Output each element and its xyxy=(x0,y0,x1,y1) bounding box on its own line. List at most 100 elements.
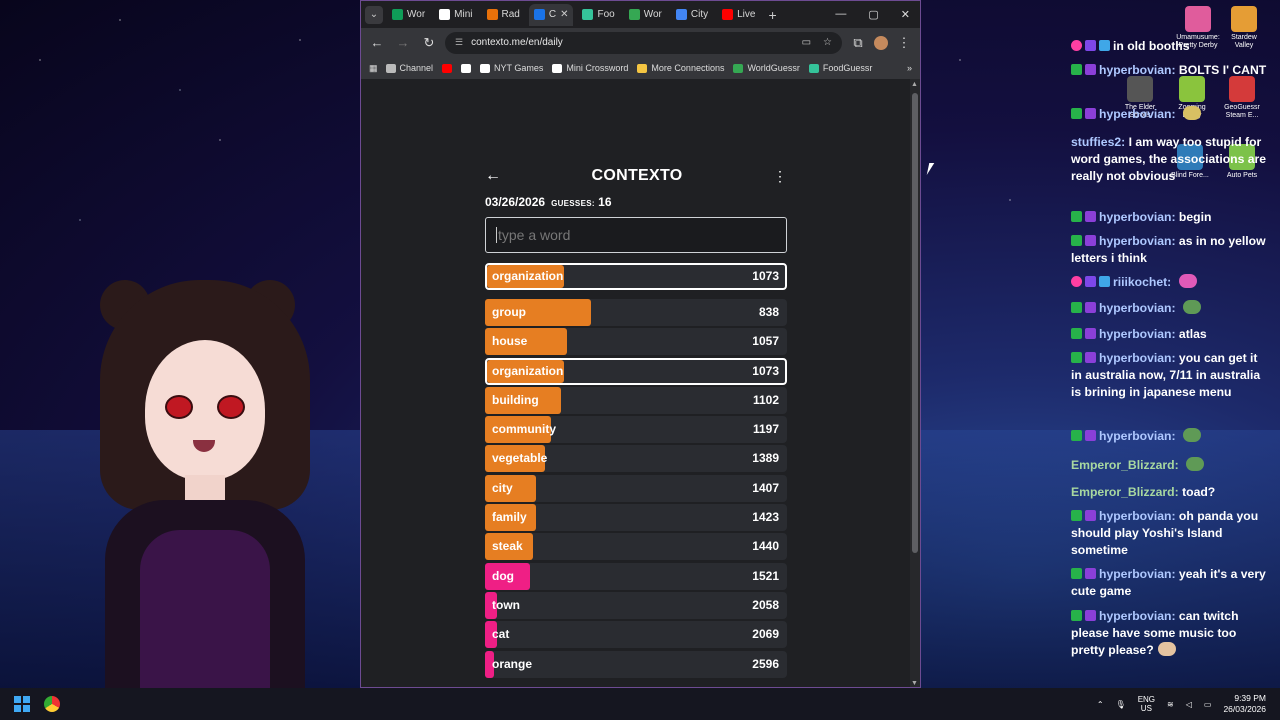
tab-4[interactable]: Foo xyxy=(577,4,619,26)
chat-username[interactable]: stuffies2: xyxy=(1071,135,1125,149)
apps-grid-icon[interactable]: ▦ xyxy=(369,63,378,74)
guess-rank: 2596 xyxy=(752,656,779,671)
chat-username[interactable]: hyperbovian: xyxy=(1099,234,1176,248)
prime-badge-icon xyxy=(1085,610,1096,621)
new-tab-button[interactable]: + xyxy=(768,7,776,23)
close-window-button[interactable]: ✕ xyxy=(901,8,910,21)
guess-word: town xyxy=(492,597,520,612)
sub-badge-icon xyxy=(1099,40,1110,51)
bookmark-label: More Connections xyxy=(651,63,725,73)
bookmark-item[interactable]: More Connections xyxy=(637,63,724,73)
bookmark-icon xyxy=(385,63,396,73)
chat-username[interactable]: hyperbovian: xyxy=(1099,609,1176,623)
globe-icon xyxy=(675,9,687,20)
minimize-button[interactable]: — xyxy=(835,8,846,21)
tab-3[interactable]: C ✕ xyxy=(528,3,574,26)
bookmark-item[interactable]: NYT Games xyxy=(480,63,543,73)
guess-word: dog xyxy=(492,568,514,583)
clock[interactable]: 9:39 PM 26/03/2026 xyxy=(1223,693,1266,715)
guess-rank: 838 xyxy=(758,305,779,319)
chat-message: hyperbovian: can twitch please have some… xyxy=(1071,608,1271,659)
chat-text: in old booths xyxy=(1113,39,1190,53)
chat-username[interactable]: hyperbovian: xyxy=(1099,509,1176,523)
volume-icon[interactable]: ◁ xyxy=(1186,700,1192,709)
microphone-icon[interactable]: 🎙 xyxy=(1116,700,1126,709)
chat-username[interactable]: hyperbovian: xyxy=(1099,210,1176,224)
nyt-icon xyxy=(439,9,451,20)
browser-toolbar: ← → ↻ ☰ contexto.me/en/daily ▭ ☆ ⧉ ⋮ xyxy=(361,28,920,57)
language-indicator[interactable]: ENG US xyxy=(1138,695,1155,713)
chrome-taskbar-icon[interactable] xyxy=(44,696,60,712)
guess-word: orange xyxy=(492,656,533,671)
chat-message: hyperbovian: begin xyxy=(1071,209,1271,226)
tab-label: C xyxy=(548,9,557,20)
bookmark-item[interactable]: WorldGuessr xyxy=(733,63,800,73)
tab-search-button[interactable]: ⌄ xyxy=(365,5,383,24)
chat-username[interactable]: Emperor_Blizzard: xyxy=(1071,458,1179,472)
tab-2[interactable]: Rad xyxy=(482,4,525,26)
show-hidden-icons-icon[interactable]: ⌃ xyxy=(1097,700,1104,709)
forward-button[interactable]: → xyxy=(393,35,413,50)
bookmark-star-icon[interactable]: ☆ xyxy=(823,37,832,48)
tab-5[interactable]: Wor xyxy=(624,4,667,26)
chat-username[interactable]: hyperbovian: xyxy=(1099,429,1176,443)
chat-username[interactable]: hyperbovian: xyxy=(1099,567,1176,581)
maximize-button[interactable]: ▢ xyxy=(868,8,878,21)
chat-username[interactable]: Emperor_Blizzard: xyxy=(1071,485,1179,499)
word-input[interactable]: type a word xyxy=(485,217,787,253)
hand-emote-icon xyxy=(1157,642,1176,656)
chat-username[interactable]: hyperbovian: xyxy=(1099,63,1176,77)
game-date: 03/26/2026 xyxy=(485,195,546,209)
tab-0[interactable]: Wor xyxy=(387,4,430,26)
guess-word: steak xyxy=(492,539,523,554)
latest-guess-row: organization 1073 xyxy=(485,263,787,290)
cast-icon[interactable]: ▭ xyxy=(802,37,811,48)
chat-username[interactable]: riiikochet: xyxy=(1113,275,1171,289)
profile-avatar[interactable] xyxy=(874,35,888,50)
reload-button[interactable]: ↻ xyxy=(419,35,439,51)
scroll-up-icon[interactable]: ▲ xyxy=(911,81,918,88)
bookmark-item[interactable] xyxy=(461,63,472,73)
page-scrollbar[interactable]: ▲ ▼ xyxy=(910,79,920,687)
scroll-down-icon[interactable]: ▼ xyxy=(911,680,918,687)
star-badge-icon xyxy=(1085,276,1096,287)
address-bar[interactable]: ☰ contexto.me/en/daily ▭ ☆ xyxy=(445,31,842,54)
tab-7[interactable]: Live xyxy=(717,4,760,26)
tab-label: Mini xyxy=(454,9,473,20)
guess-row: building 1102 xyxy=(485,386,787,414)
check-badge-icon xyxy=(1071,352,1082,363)
browser-menu-icon[interactable]: ⋮ xyxy=(894,35,914,51)
bookmark-item[interactable]: Mini Crossword xyxy=(552,63,628,73)
back-arrow-icon[interactable]: ← xyxy=(485,167,501,185)
tab-1[interactable]: Mini xyxy=(434,4,477,26)
site-info-icon[interactable]: ☰ xyxy=(455,37,463,48)
chat-username[interactable]: hyperbovian: xyxy=(1099,351,1176,365)
globe-icon xyxy=(582,9,594,20)
chat-username[interactable]: hyperbovian: xyxy=(1099,301,1176,315)
guess-row: house 1057 xyxy=(485,328,787,356)
windows-start-icon[interactable] xyxy=(14,696,30,712)
game-header: ← CONTEXTO ⋮ xyxy=(485,165,787,187)
youtube-icon xyxy=(722,9,734,20)
chat-username[interactable]: hyperbovian: xyxy=(1099,327,1176,341)
url-text: contexto.me/en/daily xyxy=(471,37,563,48)
scrollbar-thumb[interactable] xyxy=(912,93,918,553)
bookmark-item[interactable]: FoodGuessr xyxy=(808,63,872,73)
wifi-icon[interactable]: ≋ xyxy=(1167,700,1174,709)
chat-username[interactable]: hyperbovian: xyxy=(1099,107,1176,121)
more-bookmarks-button[interactable]: » xyxy=(907,63,912,73)
bookmark-item[interactable] xyxy=(442,63,453,73)
back-button[interactable]: ← xyxy=(367,35,387,50)
window-controls: — ▢ ✕ xyxy=(835,8,920,21)
tab-label: Wor xyxy=(643,9,662,20)
close-tab-icon[interactable]: ✕ xyxy=(560,9,568,20)
game-menu-icon[interactable]: ⋮ xyxy=(773,168,787,185)
chat-message: in old booths xyxy=(1071,38,1271,55)
extensions-icon[interactable]: ⧉ xyxy=(848,35,868,51)
guesses-label: GUESSES: xyxy=(551,199,595,208)
chat-message: hyperbovian: you can get it in australia… xyxy=(1071,350,1271,401)
chat-message: hyperbovian: yeah it's a very cute game xyxy=(1071,566,1271,600)
bookmark-item[interactable]: Channel xyxy=(385,63,433,73)
battery-icon[interactable]: ▭ xyxy=(1204,700,1212,709)
tab-6[interactable]: City xyxy=(671,4,713,26)
